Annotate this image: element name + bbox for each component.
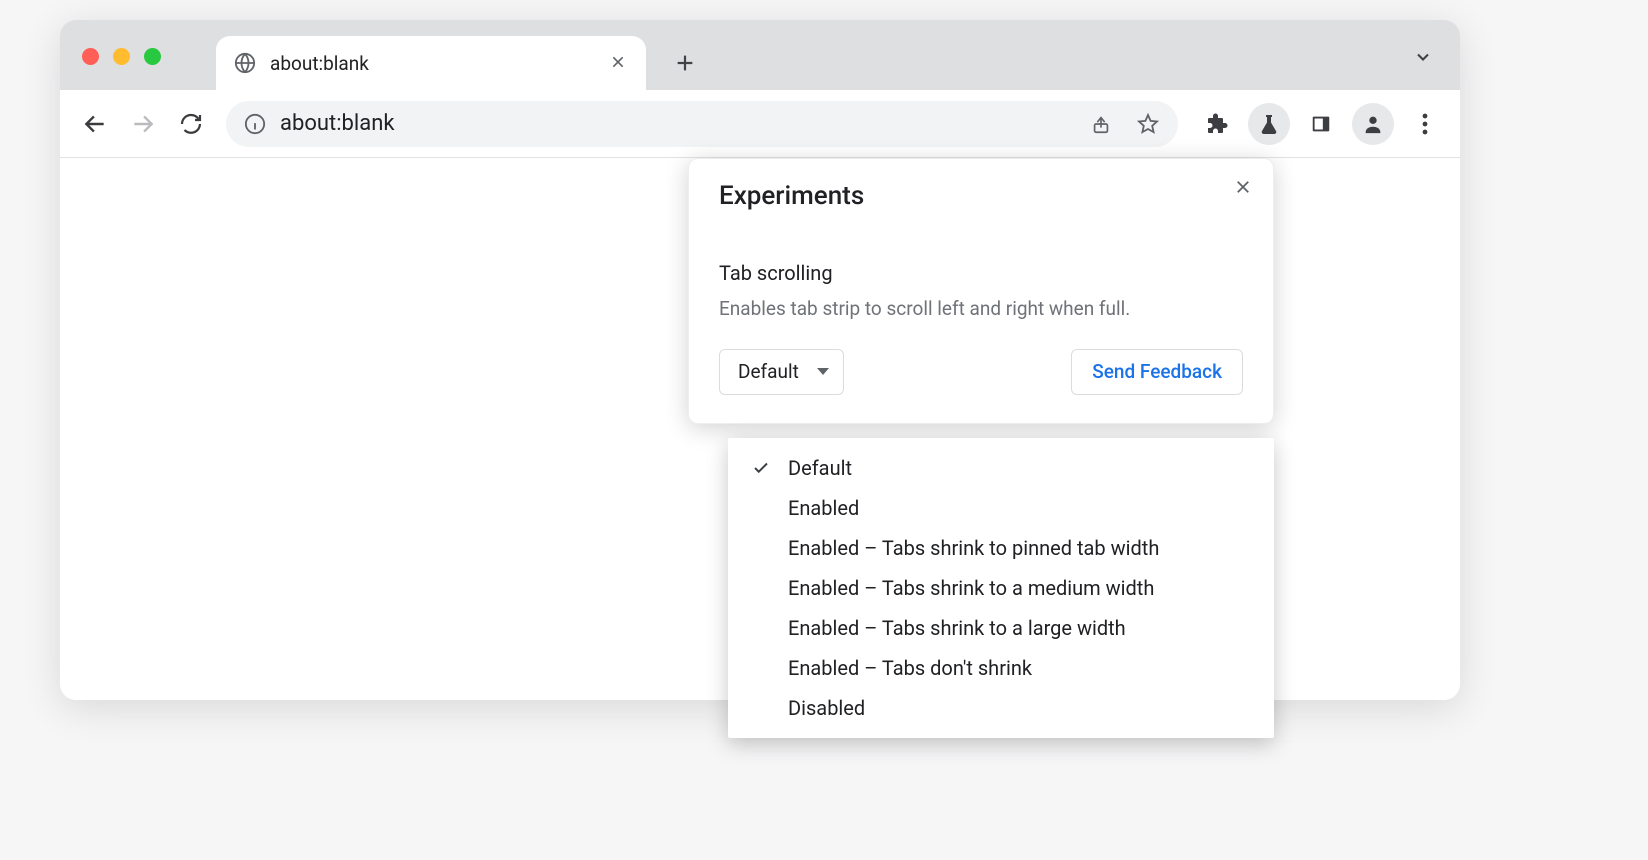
caret-down-icon	[817, 368, 829, 375]
window-minimize-button[interactable]	[113, 48, 130, 65]
tab-search-button[interactable]	[1408, 42, 1438, 72]
send-feedback-button[interactable]: Send Feedback	[1071, 349, 1243, 395]
dropdown-option-label: Enabled – Tabs shrink to pinned tab widt…	[788, 536, 1252, 560]
check-icon	[750, 457, 772, 479]
back-button[interactable]	[74, 103, 116, 145]
dropdown-option[interactable]: Enabled – Tabs don't shrink	[728, 648, 1274, 688]
globe-icon	[234, 52, 256, 74]
menu-button[interactable]	[1404, 103, 1446, 145]
dropdown-option-label: Default	[788, 456, 1252, 480]
new-tab-button[interactable]	[664, 42, 706, 84]
window-controls	[82, 48, 161, 65]
popover-title: Experiments	[719, 181, 1243, 211]
forward-button[interactable]	[122, 103, 164, 145]
share-button[interactable]	[1090, 113, 1112, 135]
window-close-button[interactable]	[82, 48, 99, 65]
experiment-dropdown[interactable]: Default	[719, 349, 844, 395]
dropdown-option[interactable]: Enabled	[728, 488, 1274, 528]
reload-button[interactable]	[170, 103, 212, 145]
dropdown-option-label: Enabled – Tabs don't shrink	[788, 656, 1252, 680]
bookmark-button[interactable]	[1136, 112, 1160, 136]
experiments-button[interactable]	[1248, 103, 1290, 145]
experiment-name: Tab scrolling	[719, 261, 1243, 285]
check-icon	[750, 537, 772, 559]
browser-tab[interactable]: about:blank	[216, 36, 646, 90]
side-panel-button[interactable]	[1300, 103, 1342, 145]
popover-close-button[interactable]	[1229, 173, 1257, 201]
dropdown-option[interactable]: Enabled – Tabs shrink to pinned tab widt…	[728, 528, 1274, 568]
experiment-description: Enables tab strip to scroll left and rig…	[719, 295, 1243, 323]
dropdown-option-label: Enabled – Tabs shrink to a large width	[788, 616, 1252, 640]
check-icon	[750, 617, 772, 639]
feedback-label: Send Feedback	[1092, 360, 1222, 383]
dropdown-option[interactable]: Disabled	[728, 688, 1274, 728]
check-icon	[750, 657, 772, 679]
dropdown-option[interactable]: Enabled – Tabs shrink to a large width	[728, 608, 1274, 648]
tab-close-button[interactable]	[610, 54, 628, 72]
check-icon	[750, 577, 772, 599]
toolbar: about:blank	[60, 90, 1460, 158]
check-icon	[750, 697, 772, 719]
site-info-icon[interactable]	[244, 113, 266, 135]
dropdown-selected-label: Default	[738, 360, 799, 383]
dropdown-option-label: Enabled	[788, 496, 1252, 520]
dropdown-option[interactable]: Enabled – Tabs shrink to a medium width	[728, 568, 1274, 608]
dropdown-option-label: Disabled	[788, 696, 1252, 720]
profile-button[interactable]	[1352, 103, 1394, 145]
address-bar[interactable]: about:blank	[226, 101, 1178, 147]
browser-window: about:blank about:blank	[60, 20, 1460, 700]
dropdown-option[interactable]: Default	[728, 448, 1274, 488]
url-text: about:blank	[280, 111, 1076, 136]
tab-strip: about:blank	[60, 20, 1460, 90]
tab-title: about:blank	[270, 52, 596, 75]
extensions-button[interactable]	[1196, 103, 1238, 145]
experiments-popover: Experiments Tab scrolling Enables tab st…	[688, 158, 1274, 424]
experiment-dropdown-menu: Default Enabled Enabled – Tabs shrink to p…	[728, 438, 1274, 738]
dropdown-option-label: Enabled – Tabs shrink to a medium width	[788, 576, 1252, 600]
check-icon	[750, 497, 772, 519]
window-fullscreen-button[interactable]	[144, 48, 161, 65]
